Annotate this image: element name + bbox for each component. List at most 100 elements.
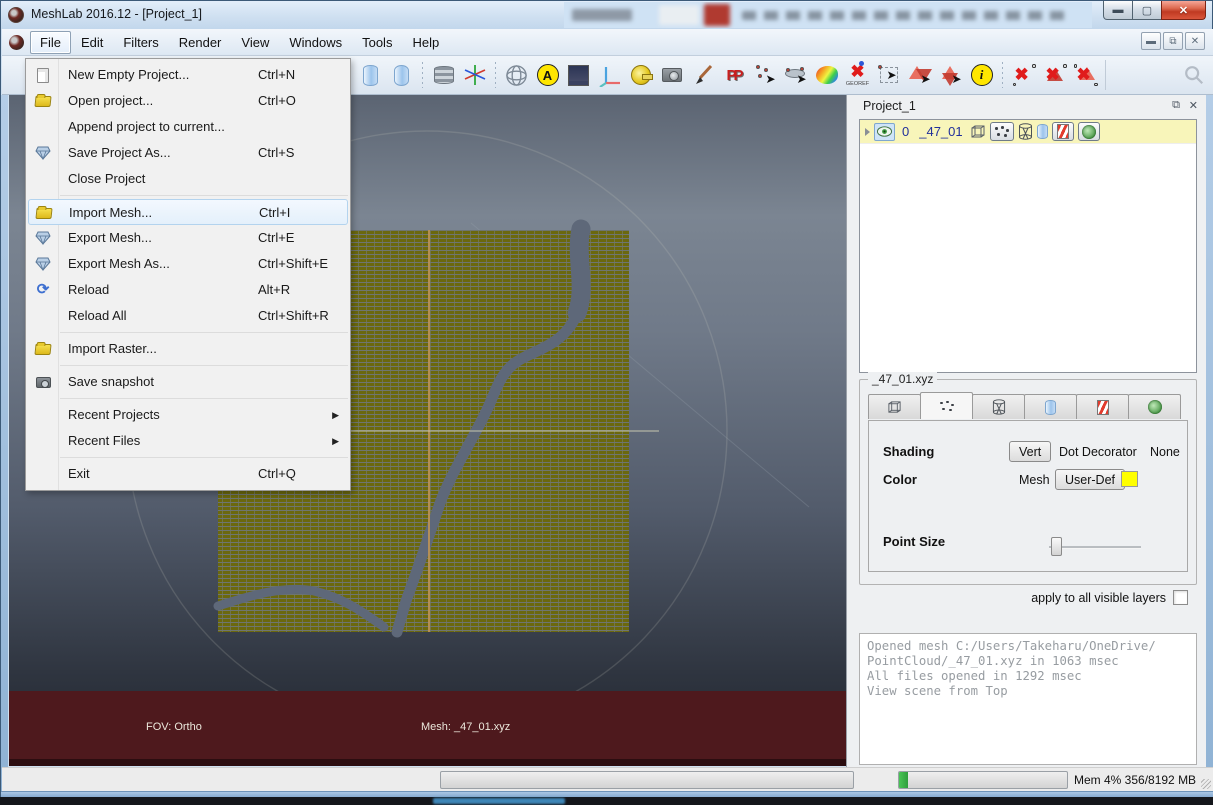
measure-tape-icon[interactable] [625, 60, 656, 90]
resize-grip[interactable] [1201, 779, 1211, 789]
blurred-content [742, 11, 1072, 20]
meshlab-logo-icon [8, 7, 24, 23]
render-mode-tabs [868, 392, 1181, 420]
color-swatch[interactable] [1121, 471, 1138, 487]
colorize-bunny-icon[interactable] [811, 60, 842, 90]
select-connected-icon[interactable]: ➤ [935, 60, 966, 90]
layers-stack-icon[interactable] [428, 60, 459, 90]
point-size-row: Point Size [869, 531, 1187, 557]
face-color-icon[interactable] [1077, 122, 1100, 141]
shading-row: Shading Vert Dot Decorator None [869, 441, 1187, 465]
delete-points-icon[interactable]: ✖ [1039, 60, 1070, 90]
visibility-eye-icon[interactable] [874, 122, 895, 141]
select-faces-icon[interactable]: ➤ [904, 60, 935, 90]
text-annotation-icon[interactable]: A [532, 60, 563, 90]
maximize-button[interactable]: ▢ [1133, 1, 1161, 20]
menu-item-import-mesh[interactable]: Import Mesh... Ctrl+I [28, 199, 348, 225]
log-text: Opened mesh C:/Users/Takeharu/OneDrive/ … [867, 639, 1156, 698]
tab-smooth[interactable] [1024, 394, 1077, 419]
georef-icon[interactable]: ✖ GEOREF [842, 60, 873, 90]
layer-row[interactable]: 0 _47_01 [860, 120, 1196, 144]
menu-item-export-mesh[interactable]: Export Mesh... Ctrl+E [28, 225, 348, 251]
menu-windows[interactable]: Windows [279, 31, 352, 54]
taskbar-item[interactable] [433, 798, 565, 804]
expand-caret-icon[interactable] [865, 127, 870, 136]
menu-file[interactable]: File [30, 30, 71, 54]
menu-item-recent-files[interactable]: Recent Files ▶ [28, 428, 348, 454]
mdi-close-button[interactable]: ✕ [1185, 32, 1205, 50]
layer-list: 0 _47_01 [859, 119, 1197, 373]
shading-label: Shading [883, 444, 935, 459]
spray-points-icon[interactable]: ➤ [749, 60, 780, 90]
open-folder-icon [33, 340, 53, 358]
menu-item-append-project[interactable]: Append project to current... [28, 114, 348, 140]
globe-icon[interactable] [501, 60, 532, 90]
close-button[interactable]: ✕ [1161, 1, 1206, 20]
menu-filters[interactable]: Filters [113, 31, 168, 54]
flat-cylinder-icon[interactable] [355, 60, 386, 90]
dock-float-icon[interactable]: ⧉ [1172, 99, 1180, 112]
tab-wireframe[interactable] [972, 394, 1025, 419]
menu-view[interactable]: View [231, 31, 279, 54]
mdi-restore-button[interactable]: ⧉ [1163, 32, 1183, 50]
search-box[interactable] [1105, 60, 1205, 90]
minimize-button[interactable]: ▬ [1103, 1, 1133, 20]
tab-vertex-color[interactable] [1076, 394, 1129, 419]
paintbrush-icon[interactable] [687, 60, 718, 90]
smooth-cylinder-icon[interactable] [386, 60, 417, 90]
menu-item-save-project-as[interactable]: Save Project As... Ctrl+S [28, 140, 348, 166]
menu-item-export-mesh-as[interactable]: Export Mesh As... Ctrl+Shift+E [28, 251, 348, 277]
select-rect-icon[interactable]: ➤ [873, 60, 904, 90]
points-mode-icon[interactable] [989, 122, 1014, 141]
menu-render[interactable]: Render [169, 31, 232, 54]
vertex-color-icon[interactable] [1051, 122, 1074, 141]
dock-close-icon[interactable]: ✕ [1189, 99, 1198, 112]
wireframe-mode-icon[interactable] [1018, 123, 1033, 140]
menu-bar: File Edit Filters Render View Windows To… [2, 29, 1213, 56]
delete-all-icon[interactable]: ✖ [1070, 60, 1101, 90]
menu-item-import-raster[interactable]: Import Raster... [28, 336, 348, 362]
color-user-def-button[interactable]: User-Def [1055, 469, 1126, 490]
mdi-minimize-button[interactable]: ▬ [1141, 32, 1161, 50]
rgb-axes-icon[interactable] [594, 60, 625, 90]
shading-none-option[interactable]: None [1150, 445, 1180, 459]
menu-item-close-project[interactable]: Close Project [28, 166, 348, 192]
axes-icon[interactable] [459, 60, 490, 90]
delete-current-icon[interactable]: ✖ [1008, 60, 1039, 90]
apply-all-checkbox[interactable] [1173, 590, 1188, 605]
point-size-slider[interactable] [1049, 537, 1141, 557]
memory-text: Mem 4% 356/8192 MB [1074, 773, 1197, 787]
smooth-mode-icon[interactable] [1036, 124, 1048, 139]
menu-item-recent-projects[interactable]: Recent Projects ▶ [28, 402, 348, 428]
menu-item-open-project[interactable]: Open project... Ctrl+O [28, 88, 348, 114]
color-mesh-option[interactable]: Mesh [1019, 473, 1050, 487]
shading-dot-decorator-option[interactable]: Dot Decorator [1059, 445, 1137, 459]
menu-edit[interactable]: Edit [71, 31, 113, 54]
menu-item-reload-all[interactable]: Reload All Ctrl+Shift+R [28, 303, 348, 329]
menu-tools[interactable]: Tools [352, 31, 402, 54]
menu-help[interactable]: Help [402, 31, 449, 54]
info-icon[interactable]: i [966, 60, 997, 90]
layer-index: 0 [902, 124, 910, 139]
background-image-icon[interactable] [563, 60, 594, 90]
dock-header: Project_1 ⧉ ✕ [847, 95, 1206, 117]
pickpoints-pp-icon[interactable]: PP [718, 60, 749, 90]
slider-handle[interactable] [1051, 537, 1062, 556]
file-menu-dropdown: New Empty Project... Ctrl+N Open project… [25, 58, 351, 491]
group-title: _47_01.xyz [868, 372, 938, 386]
menu-item-exit[interactable]: Exit Ctrl+Q [28, 461, 348, 487]
raster-align-camera-icon[interactable] [656, 60, 687, 90]
menu-item-save-snapshot[interactable]: Save snapshot [28, 369, 348, 395]
tab-bbox[interactable] [868, 394, 921, 419]
disc-points-icon[interactable]: ➤ [780, 60, 811, 90]
point-size-label: Point Size [883, 534, 946, 549]
menu-item-new-empty-project[interactable]: New Empty Project... Ctrl+N [28, 62, 348, 88]
tab-points[interactable] [920, 392, 973, 419]
menu-separator [60, 398, 348, 399]
bbox-cube-icon[interactable] [970, 124, 986, 140]
tab-face-color[interactable] [1128, 394, 1181, 419]
menu-item-reload[interactable]: ⟳ Reload Alt+R [28, 277, 348, 303]
save-gem-icon [33, 229, 53, 247]
windows-taskbar[interactable] [0, 797, 1213, 805]
shading-vert-button[interactable]: Vert [1009, 441, 1052, 462]
